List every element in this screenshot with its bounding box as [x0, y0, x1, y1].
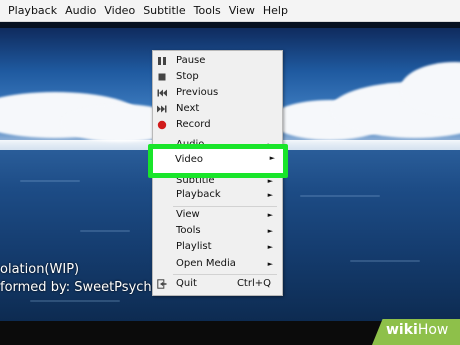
watermark-logo: wikiHow [386, 322, 448, 338]
submenu-arrow-icon: ► [267, 243, 273, 251]
menubar: Playback Audio Video Subtitle Tools View… [0, 0, 460, 22]
menu-tools[interactable]: Tools [190, 0, 225, 22]
context-menu-tools[interactable]: Tools ► [153, 223, 282, 239]
menu-subtitle[interactable]: Subtitle [139, 0, 189, 22]
context-menu-label: Previous [176, 87, 219, 98]
quit-shortcut: Ctrl+Q [236, 278, 271, 289]
watermark-wiki: wiki [386, 322, 418, 338]
stop-icon [157, 72, 167, 82]
menu-playback[interactable]: Playback [4, 0, 61, 22]
context-menu-previous[interactable]: Previous [153, 85, 282, 101]
context-menu-record[interactable]: Record [153, 117, 282, 133]
context-menu-label: Pause [176, 55, 206, 66]
context-menu-label: Playlist [176, 241, 212, 252]
context-menu-label: Next [176, 103, 200, 114]
context-menu-next[interactable]: Next [153, 101, 282, 117]
context-menu-label: Playback [176, 189, 221, 200]
submenu-arrow-icon: ► [267, 191, 273, 199]
overlay-text-line2: formed by: SweetPsyche [0, 280, 160, 295]
context-menu-playlist[interactable]: Playlist ► [153, 239, 282, 255]
context-menu-label: Open Media [176, 258, 236, 269]
quit-icon [157, 279, 167, 289]
pause-icon [157, 56, 167, 66]
context-menu-view[interactable]: View ► [153, 207, 282, 223]
menu-view[interactable]: View [225, 0, 259, 22]
context-menu-label: Tools [176, 225, 201, 236]
watermark-how: How [417, 322, 449, 338]
context-menu-pause[interactable]: Pause [153, 53, 282, 69]
context-menu-label: Stop [176, 71, 199, 82]
highlight-frame [148, 144, 288, 178]
menu-separator [173, 274, 277, 275]
overlay-text-line1: olation(WIP) [0, 262, 80, 277]
menu-audio[interactable]: Audio [61, 0, 100, 22]
context-menu-quit[interactable]: Quit Ctrl+Q [153, 276, 282, 292]
context-menu-label: Quit [176, 278, 197, 289]
context-menu-label: Record [176, 119, 211, 130]
menu-video[interactable]: Video [100, 0, 139, 22]
previous-icon [157, 88, 167, 98]
context-menu-stop[interactable]: Stop [153, 69, 282, 85]
context-menu-open-media[interactable]: Open Media ► [153, 256, 282, 272]
vlc-window: Playback Audio Video Subtitle Tools View… [0, 0, 460, 345]
context-menu-label: View [176, 209, 200, 220]
submenu-arrow-icon: ► [267, 211, 273, 219]
menu-help[interactable]: Help [259, 0, 292, 22]
submenu-arrow-icon: ► [267, 260, 273, 268]
next-icon [157, 104, 167, 114]
context-menu-playback[interactable]: Playback ► [153, 187, 282, 203]
record-icon [157, 120, 167, 130]
submenu-arrow-icon: ► [267, 227, 273, 235]
